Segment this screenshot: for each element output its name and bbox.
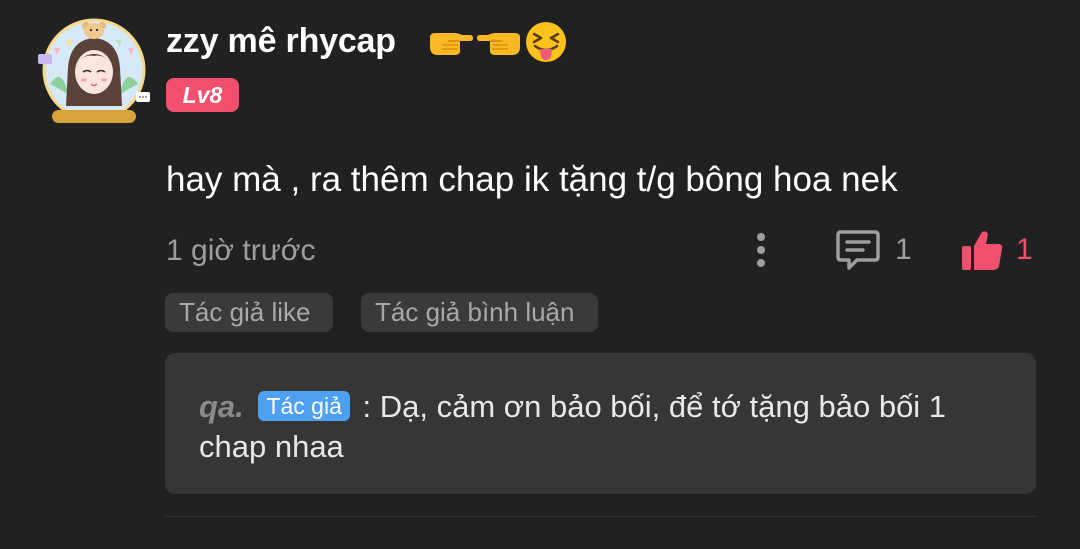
username-emojis <box>428 20 568 64</box>
author-liked-tag: Tác giả like <box>165 293 333 332</box>
pointing-left-emoji <box>477 33 520 55</box>
author-badge: Tác giả <box>258 391 350 421</box>
comment-username[interactable]: zzy mê rhycap <box>166 22 396 61</box>
more-vertical-icon <box>757 233 765 267</box>
reply-author[interactable]: qa <box>199 389 235 424</box>
reply-colon: : <box>362 389 372 424</box>
reply-button[interactable]: 1 <box>835 228 912 272</box>
level-badge: Lv8 <box>166 78 239 112</box>
comment-timestamp: 1 giờ trước <box>166 234 316 267</box>
squinting-tongue-emoji <box>526 22 566 62</box>
more-options-button[interactable] <box>746 230 776 270</box>
comment-divider <box>165 516 1036 517</box>
like-count: 1 <box>1016 233 1033 266</box>
reply-count: 1 <box>895 233 912 266</box>
like-button[interactable]: 1 <box>960 226 1033 274</box>
comment-icon <box>836 230 880 270</box>
comment-text: hay mà , ra thêm chap ik tặng t/g bông h… <box>166 160 898 199</box>
author-replied-tag: Tác giả bình luận <box>361 293 598 332</box>
pointing-right-emoji <box>430 33 473 55</box>
reply-author-separator: . <box>235 389 244 424</box>
thumbs-up-icon <box>962 231 1003 270</box>
avatar[interactable] <box>38 14 150 126</box>
author-reply-box[interactable]: qa. Tác giả : Dạ, cảm ơn bảo bối, để tớ … <box>165 353 1036 494</box>
